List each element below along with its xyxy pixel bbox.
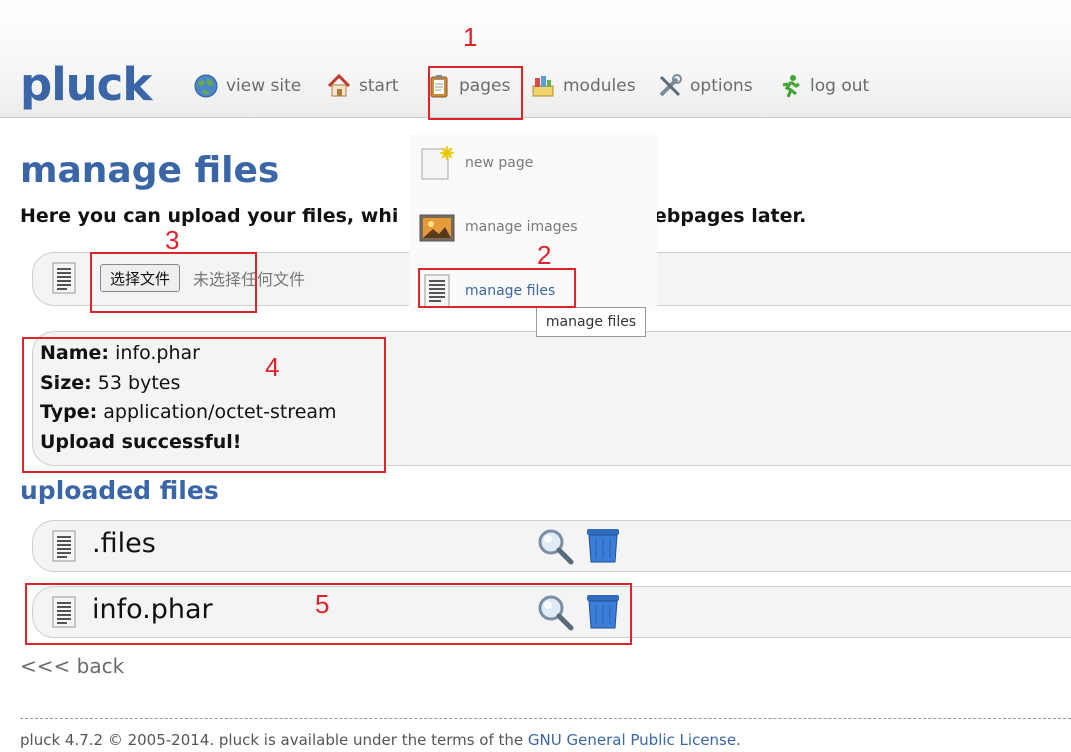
tooltip: manage files <box>536 307 646 337</box>
annotation-number-4: 4 <box>265 352 280 382</box>
new-page-icon <box>421 146 454 180</box>
magnifier-icon[interactable] <box>536 527 574 565</box>
nav-label: modules <box>563 76 636 96</box>
nav-label: options <box>690 76 753 96</box>
annotation-box-1 <box>428 66 523 120</box>
nav-options[interactable]: options <box>657 70 753 102</box>
dropdown-item-manage-images[interactable]: manage images <box>419 207 578 247</box>
nav-log-out[interactable]: log out <box>777 70 869 102</box>
trash-icon[interactable] <box>584 526 622 564</box>
annotation-number-3: 3 <box>165 225 180 255</box>
home-icon <box>327 73 351 97</box>
page-title: manage files <box>20 150 280 191</box>
file-icon <box>52 530 76 562</box>
license-link[interactable]: GNU General Public License <box>528 731 736 749</box>
annotation-box-4 <box>22 337 386 473</box>
uploaded-files-title: uploaded files <box>20 476 219 505</box>
dropdown-label: manage images <box>465 219 578 235</box>
image-icon <box>419 214 455 242</box>
annotation-box-3 <box>90 252 257 313</box>
header: pluck view site start pages modules opti… <box>0 0 1071 118</box>
subtitle-start: Here you can upload your files, whi <box>20 205 399 227</box>
back-link[interactable]: <<< back <box>20 654 124 678</box>
footer: pluck 4.7.2 © 2005-2014. pluck is availa… <box>20 731 741 749</box>
modules-icon <box>532 76 554 97</box>
nav-label: view site <box>226 76 302 96</box>
footer-divider <box>20 718 1071 719</box>
annotation-box-2 <box>418 268 576 308</box>
nav-label: start <box>359 76 399 96</box>
file-icon <box>52 262 76 294</box>
nav-view-site[interactable]: view site <box>193 70 301 102</box>
footer-end: . <box>736 731 741 749</box>
annotation-number-2: 2 <box>537 240 552 270</box>
page: pluck view site start pages modules opti… <box>0 0 1071 752</box>
dropdown-label: new page <box>465 155 534 171</box>
nav-modules[interactable]: modules <box>530 70 636 102</box>
nav-label: log out <box>810 76 870 96</box>
globe-icon <box>194 74 218 98</box>
nav-start[interactable]: start <box>326 70 399 102</box>
dropdown-item-new-page[interactable]: new page <box>419 143 533 183</box>
tools-icon <box>659 74 682 97</box>
annotation-number-5: 5 <box>315 589 330 619</box>
file-name: .files <box>92 528 156 559</box>
footer-text: pluck 4.7.2 © 2005-2014. pluck is availa… <box>20 731 528 749</box>
logo[interactable]: pluck <box>20 58 152 111</box>
running-man-icon <box>782 75 800 98</box>
annotation-number-1: 1 <box>463 22 478 52</box>
